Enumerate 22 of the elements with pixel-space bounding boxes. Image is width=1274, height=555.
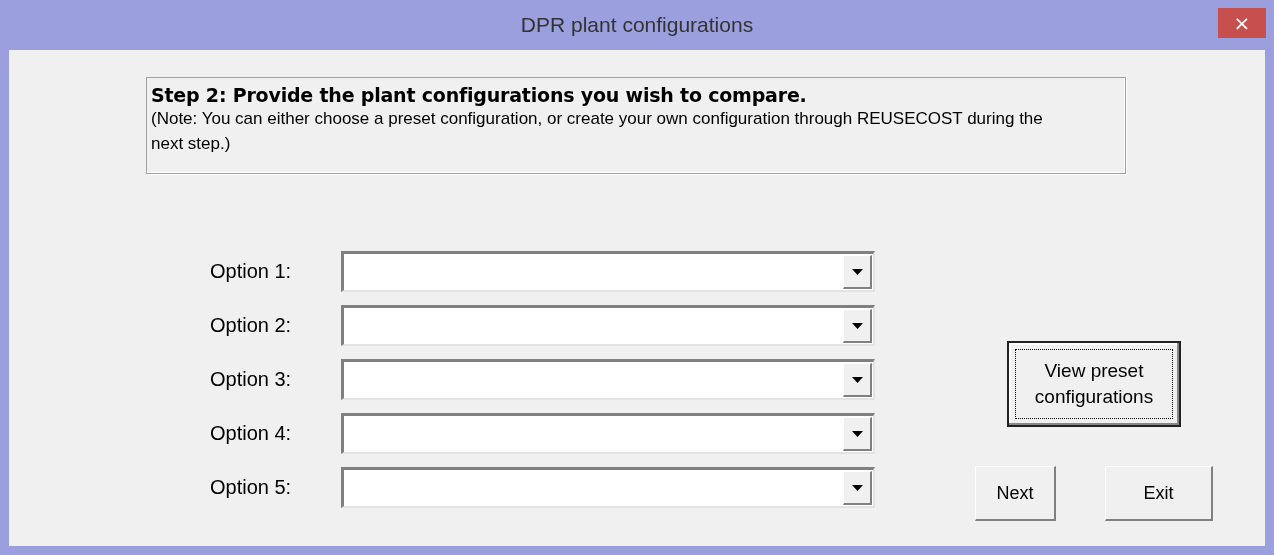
option-dropdown[interactable] [341,359,875,400]
option-label: Option 1: [210,260,293,283]
option-label: Option 5: [210,476,293,499]
close-button[interactable]: × [1218,8,1266,38]
view-preset-button[interactable]: View preset configurations [1007,341,1181,427]
window-title: DPR plant configurations [520,13,754,37]
option-dropdown[interactable] [341,467,875,508]
option-label: Option 2: [210,314,293,337]
option-label: Option 4: [210,422,293,445]
dropdown-arrow-icon [851,322,863,329]
option-dropdown[interactable] [341,413,875,454]
option-label: Option 3: [210,368,293,391]
dialog-button[interactable]: Next [975,466,1056,521]
dropdown-arrow-icon [851,484,863,491]
option-dropdown[interactable] [341,251,875,292]
step-heading: Step 2: Provide the plant configurations you wish to compare. [151,84,808,106]
option-dropdown[interactable] [341,305,875,346]
dialog-button[interactable]: Exit [1105,466,1213,521]
note-text: (Note: You can either choose a preset configuration, or create your own configuration through REUSECOST during the next step.) [151,108,1044,155]
dropdown-arrow-icon [851,376,863,383]
dropdown-arrow-icon [851,268,863,275]
dropdown-arrow-icon [851,430,863,437]
